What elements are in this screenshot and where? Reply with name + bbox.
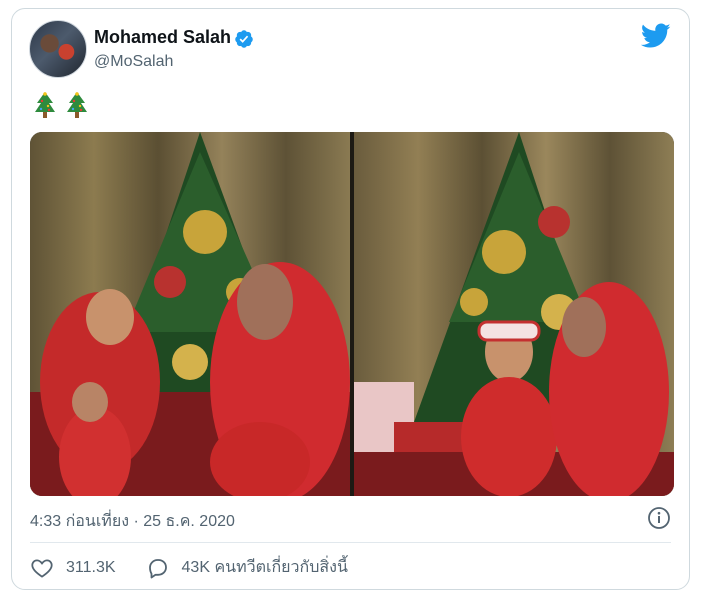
reply-label: 43K คนทวีตเกี่ยวกับสิ่งนี้ (181, 559, 348, 576)
info-icon[interactable] (647, 506, 671, 530)
author-name[interactable]: Mohamed Salah (94, 27, 231, 48)
author-handle[interactable]: @MoSalah (94, 53, 173, 71)
like-button[interactable]: 311.3K (30, 556, 116, 580)
divider (30, 542, 671, 543)
tweet-photo[interactable] (30, 132, 350, 496)
like-count: 311.3K (66, 558, 116, 576)
christmas-tree-icon (67, 92, 87, 118)
tweet-photo[interactable] (354, 132, 674, 496)
tweet-body (34, 91, 88, 119)
reply-button[interactable]: 43K คนทวีตเกี่ยวกับสิ่งนี้ (146, 555, 348, 580)
tweet-timestamp[interactable]: 4:33 ก่อนเที่ยง · 25 ธ.ค. 2020 (30, 509, 235, 534)
tweet-card[interactable]: Mohamed Salah @MoSalah 4:33 ก่อนเที่ยง ·… (11, 8, 690, 590)
avatar[interactable] (29, 20, 87, 78)
christmas-tree-icon (35, 92, 55, 118)
tweet-actions: 311.3K 43K คนทวีตเกี่ยวกับสิ่งนี้ (30, 555, 378, 580)
media-grid (30, 132, 674, 496)
speech-bubble-icon (148, 558, 167, 578)
twitter-bird-icon[interactable] (641, 23, 671, 49)
heart-icon (31, 558, 53, 578)
verified-badge-icon (235, 30, 253, 48)
